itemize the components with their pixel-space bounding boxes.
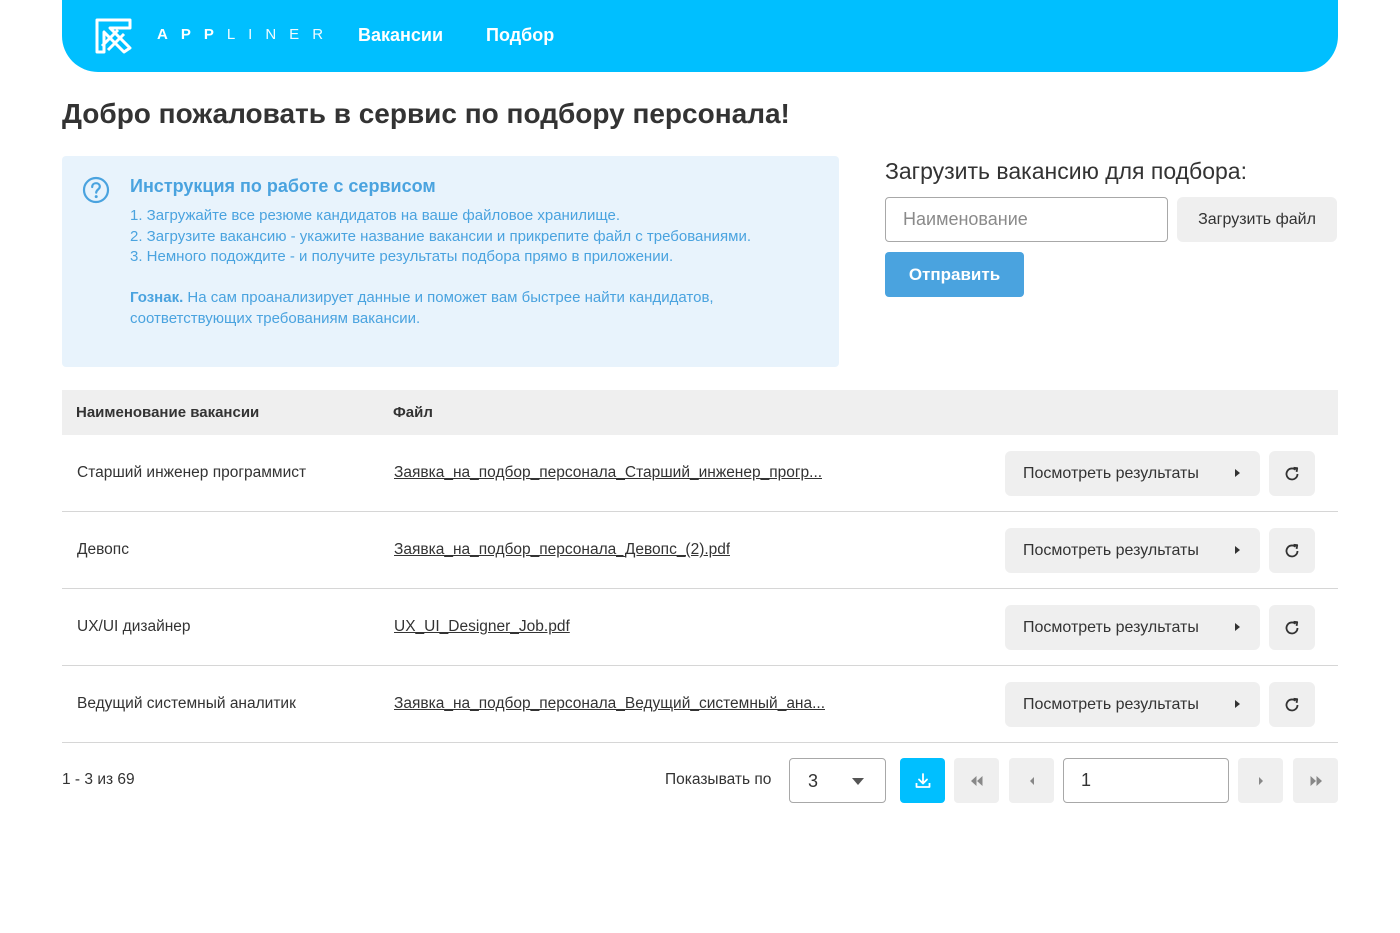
prev-page-button[interactable] [1009, 758, 1054, 803]
caret-right-icon [1235, 700, 1240, 708]
per-page-value: 3 [808, 771, 819, 791]
logo-text-light: LINER [226, 26, 337, 43]
vacancy-name: Старший инженер программист [77, 464, 307, 481]
table-row: Девопс Заявка_на_подбор_персонала_Девопс… [62, 512, 1338, 589]
view-results-label: Посмотреть результаты [1023, 464, 1199, 482]
instruction-step: 1. Загружайте все резюме кандидатов на в… [130, 207, 621, 224]
refresh-icon [1285, 466, 1299, 480]
view-results-label: Посмотреть результаты [1023, 695, 1199, 713]
caret-right-icon [1235, 623, 1240, 631]
logo-text-bold: APP [157, 26, 227, 43]
per-page-label: Показывать по [665, 771, 772, 788]
view-results-button[interactable]: Посмотреть результаты [1005, 528, 1260, 573]
vacancies-table: Наименование вакансии Файл Старший инжен… [62, 390, 1338, 743]
last-page-button[interactable] [1293, 758, 1338, 803]
view-results-button[interactable]: Посмотреть результаты [1005, 605, 1260, 650]
chevron-left-icon [1029, 776, 1034, 785]
chevron-down-icon [852, 778, 864, 785]
question-circle-icon [82, 176, 110, 204]
per-page-select[interactable]: 3 [789, 758, 886, 803]
vacancy-name-input[interactable] [885, 197, 1168, 242]
vacancy-name: Ведущий системный аналитик [77, 695, 296, 712]
table-header: Наименование вакансии Файл [62, 390, 1338, 435]
view-results-label: Посмотреть результаты [1023, 618, 1199, 636]
vacancy-file-link[interactable]: UX_UI_Designer_Job.pdf [394, 618, 570, 636]
refresh-icon [1285, 620, 1299, 634]
top-navbar: APPLINER Вакансии Подбор [62, 0, 1338, 72]
vacancy-name: UX/UI дизайнер [77, 618, 191, 635]
page-number-input[interactable] [1063, 758, 1229, 803]
refresh-icon [1285, 543, 1299, 557]
double-chevron-left-icon [970, 775, 982, 786]
download-icon [915, 772, 930, 788]
refresh-button[interactable] [1269, 682, 1315, 727]
view-results-button[interactable]: Посмотреть результаты [1005, 451, 1260, 496]
double-chevron-right-icon [1310, 775, 1322, 786]
vacancy-file-link[interactable]: Заявка_на_подбор_персонала_Старший_инжен… [394, 464, 822, 482]
view-results-button[interactable]: Посмотреть результаты [1005, 682, 1260, 727]
instructions-body: 1. Загружайте все резюме кандидатов на в… [130, 206, 810, 329]
caret-right-icon [1235, 469, 1240, 477]
page-title: Добро пожаловать в сервис по подбору пер… [62, 98, 790, 129]
next-page-button[interactable] [1238, 758, 1283, 803]
logo-icon[interactable] [94, 16, 134, 54]
upload-file-button[interactable]: Загрузить файл [1177, 197, 1337, 242]
refresh-button[interactable] [1269, 451, 1315, 496]
chevron-right-icon [1258, 776, 1263, 785]
download-button[interactable] [900, 758, 945, 803]
instruction-step: 2. Загрузите вакансию - укажите название… [130, 227, 752, 245]
table-row: UX/UI дизайнер UX_UI_Designer_Job.pdf По… [62, 589, 1338, 666]
vacancy-file-link[interactable]: Заявка_на_подбор_персонала_Девопс_(2).pd… [394, 541, 730, 559]
refresh-button[interactable] [1269, 528, 1315, 573]
pagination-range: 1 - 3 из 69 [62, 771, 135, 788]
nav-vacancies[interactable]: Вакансии [358, 25, 443, 46]
instruction-note: Гознак. На сам проанализирует данные и п… [130, 288, 810, 329]
instruction-step: 3. Немного подождите - и получите резуль… [130, 248, 674, 265]
view-results-label: Посмотреть результаты [1023, 541, 1199, 559]
vacancy-file-link[interactable]: Заявка_на_подбор_персонала_Ведущий_систе… [394, 695, 825, 713]
nav-selection[interactable]: Подбор [486, 25, 554, 46]
first-page-button[interactable] [954, 758, 999, 803]
refresh-button[interactable] [1269, 605, 1315, 650]
refresh-icon [1285, 697, 1299, 711]
table-row: Ведущий системный аналитик Заявка_на_под… [62, 666, 1338, 743]
logo-text: APPLINER [157, 26, 336, 43]
caret-right-icon [1235, 546, 1240, 554]
table-row: Старший инженер программист Заявка_на_по… [62, 435, 1338, 512]
column-header-name: Наименование вакансии [76, 404, 260, 421]
note-text: На сам проанализирует данные и поможет в… [130, 289, 714, 327]
note-bold: Гознак. [130, 289, 184, 306]
instructions-panel: Инструкция по работе с сервисом 1. Загру… [62, 156, 839, 367]
instructions-title: Инструкция по работе с сервисом [130, 176, 436, 196]
upload-title: Загрузить вакансию для подбора: [885, 158, 1247, 184]
column-header-file: Файл [393, 404, 433, 421]
submit-button[interactable]: Отправить [885, 252, 1024, 297]
vacancy-name: Девопс [77, 541, 129, 558]
